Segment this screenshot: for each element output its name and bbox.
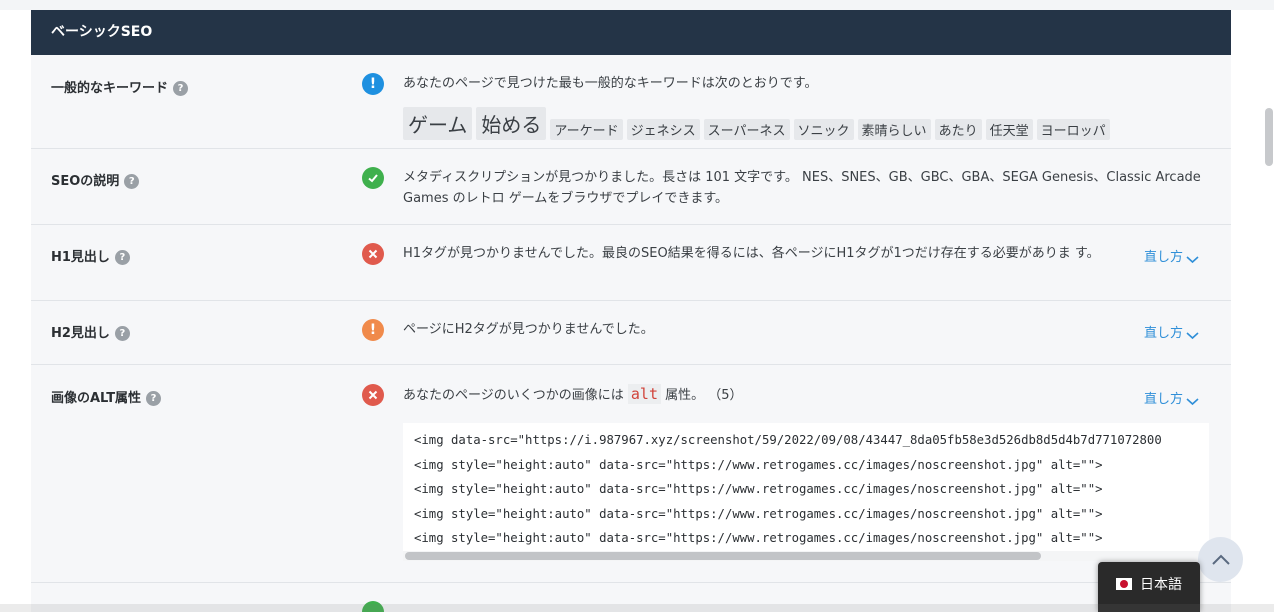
info-status-icon: !: [362, 73, 384, 95]
seo-row-image-alt: 画像のALT属性? あなたのページのいくつかの画像には alt 属性。 （5） …: [31, 365, 1231, 583]
h2-message: ページにH2タグが見つかりませんでした。: [403, 322, 654, 337]
code-line: <img data-src="https://i.987967.xyz/scre…: [414, 433, 1162, 447]
help-icon[interactable]: ?: [114, 326, 130, 341]
h1-message: H1タグが見つかりませんでした。最良のSEO結果を得るには、各ページにH1タグが…: [403, 246, 1100, 261]
row-label-keywords: 一般的なキーワード?: [51, 77, 189, 96]
horizontal-scrollbar[interactable]: [403, 551, 1209, 561]
img-tags-code-block[interactable]: <img data-src="https://i.987967.xyz/scre…: [403, 423, 1209, 561]
code-line: <img style="height:auto" data-src="https…: [414, 531, 1103, 545]
help-icon[interactable]: ?: [114, 250, 130, 265]
section-title: ベーシックSEO: [31, 10, 1231, 55]
page-top-strip: [0, 0, 1274, 10]
scroll-to-top-button[interactable]: [1198, 537, 1243, 582]
row-label-image-alt: 画像のALT属性?: [51, 387, 162, 406]
keyword-tag: アーケード: [550, 119, 623, 140]
keyword-tag: ヨーロッパ: [1036, 119, 1110, 140]
code-line: <img style="height:auto" data-src="https…: [414, 482, 1103, 496]
page-scrollbar[interactable]: [1265, 108, 1273, 166]
image-alt-message: あなたのページのいくつかの画像には alt 属性。 （5）: [403, 384, 743, 406]
row-label-text: H1見出し: [51, 250, 110, 265]
help-icon[interactable]: ?: [124, 174, 140, 189]
keywords-message: あなたのページで見つけた最も一般的なキーワードは次のとおりです。: [403, 76, 818, 91]
seo-row-description: SEOの説明? メタディスクリプションが見つかりました。長さは 101 文字です…: [31, 149, 1231, 225]
description-message: メタディスクリプションが見つかりました。長さは 101 文字です。 NES、SN…: [403, 170, 1201, 206]
chevron-up-icon: [1211, 554, 1230, 565]
japan-flag-icon: [1116, 578, 1132, 590]
how-to-fix-label: 直し方: [1144, 250, 1184, 265]
keyword-tag: 素晴らしい: [857, 119, 931, 140]
row-label-description: SEOの説明?: [51, 170, 140, 189]
keyword-tag: スーパーネス: [703, 119, 790, 140]
x-circle-icon: [362, 384, 384, 406]
code-line: <img style="height:auto" data-src="https…: [414, 457, 1103, 472]
seo-row-h2: H2見出し? ! ページにH2タグが見つかりませんでした。 直し方: [31, 301, 1231, 365]
keyword-tag: 始める: [476, 107, 547, 140]
keyword-tag: 任天堂: [985, 119, 1033, 140]
seo-row-h1: H1見出し? H1タグが見つかりませんでした。最良のSEO結果を得るには、各ペー…: [31, 225, 1231, 301]
alt-how-to-fix-link[interactable]: 直し方: [1144, 388, 1199, 407]
keyword-tag: ジェネシス: [626, 119, 700, 140]
code-line: <img style="height:auto" data-src="https…: [414, 506, 1103, 521]
keyword-tag: ゲーム: [403, 107, 473, 140]
chevron-down-icon: [1186, 256, 1199, 264]
x-circle-icon: [362, 243, 384, 265]
how-to-fix-label: 直し方: [1144, 392, 1184, 407]
keyword-tag: あたり: [934, 119, 982, 140]
help-icon[interactable]: ?: [173, 81, 189, 96]
h1-how-to-fix-link[interactable]: 直し方: [1144, 246, 1199, 265]
row-label-text: H2見出し: [51, 326, 110, 341]
alt-message-start: あなたのページのいくつかの画像には: [403, 388, 624, 403]
row-label-text: 画像のALT属性: [51, 391, 142, 406]
basic-seo-panel: ベーシックSEO 一般的なキーワード? ! あなたのページで見つけた最も一般的な…: [31, 10, 1231, 612]
exclamation-circle-icon: !: [362, 319, 384, 341]
row-label-h1: H1見出し?: [51, 246, 130, 265]
keyword-tag: ソニック: [793, 119, 854, 140]
row-label-text: 一般的なキーワード: [51, 81, 169, 96]
alt-message-end: 属性。 （5）: [665, 388, 743, 403]
h2-how-to-fix-link[interactable]: 直し方: [1144, 322, 1199, 341]
chevron-down-icon: [1186, 398, 1199, 406]
keyword-list: ゲーム 始める アーケード ジェネシス スーパーネス ソニック 素晴らしい あた…: [403, 107, 1110, 140]
row-label-text: SEOの説明: [51, 174, 120, 189]
alt-code: alt: [627, 384, 661, 404]
row-label-h2: H2見出し?: [51, 322, 130, 341]
how-to-fix-label: 直し方: [1144, 326, 1184, 341]
language-label: 日本語: [1140, 577, 1182, 593]
bottom-edge: [0, 604, 1274, 612]
seo-row-keywords: 一般的なキーワード? ! あなたのページで見つけた最も一般的なキーワードは次のと…: [31, 55, 1231, 149]
chevron-down-icon: [1186, 332, 1199, 340]
help-icon[interactable]: ?: [146, 391, 162, 406]
check-circle-icon: [362, 167, 384, 189]
scrollbar-thumb[interactable]: [405, 552, 1041, 560]
